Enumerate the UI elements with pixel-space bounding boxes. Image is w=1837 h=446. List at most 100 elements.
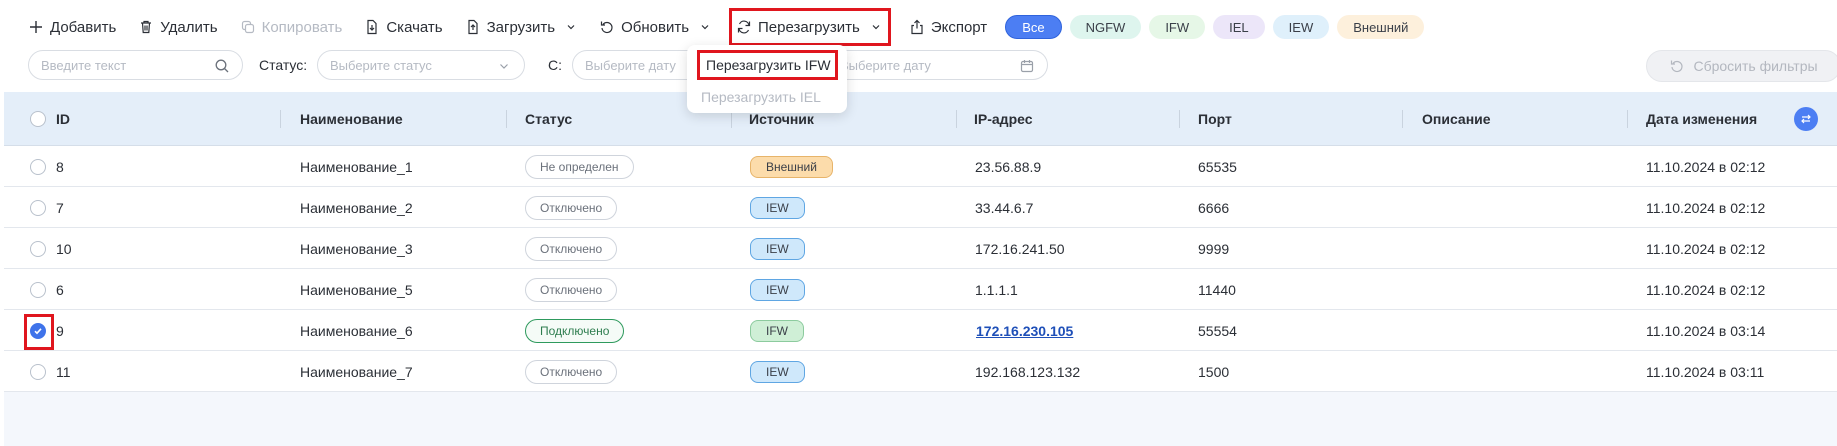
chip-all[interactable]: Все <box>1005 15 1062 39</box>
table-row[interactable]: 9 Наименование_6 Подключено IFW 172.16.2… <box>4 310 1837 351</box>
column-divider[interactable] <box>506 110 507 128</box>
checkbox-highlight-frame <box>24 314 54 350</box>
source-badge: IEW <box>750 278 805 301</box>
cell-port: 55554 <box>1198 322 1237 339</box>
source-filter-chips: Все NGFW IFW IEL IEW Внешний <box>1005 15 1425 39</box>
select-all-checkbox[interactable] <box>30 111 46 127</box>
cell-source: IEW <box>750 351 805 392</box>
column-header-id[interactable]: ID <box>56 92 70 146</box>
status-placeholder: Выберите статус <box>330 57 432 73</box>
cell-source: IFW <box>750 310 804 351</box>
cell-port: 9999 <box>1198 240 1230 257</box>
chip-iew[interactable]: IEW <box>1272 15 1330 39</box>
column-divider[interactable] <box>1402 110 1403 128</box>
table-row[interactable]: 8 Наименование_1 Не определен Внешний 23… <box>4 146 1837 187</box>
cell-ip: 23.56.88.9 <box>975 158 1042 175</box>
add-button[interactable]: Добавить <box>18 12 126 42</box>
cell-source: Внешний <box>750 146 833 187</box>
status-select[interactable]: Выберите статус <box>317 50 525 80</box>
reload-iel-menu-item[interactable]: Перезагрузить IEL <box>687 83 821 111</box>
reload-icon <box>736 19 752 35</box>
status-badge: Отключено <box>525 195 618 220</box>
trash-icon <box>138 19 154 35</box>
source-badge: IEW <box>750 237 805 260</box>
add-label: Добавить <box>50 18 117 36</box>
refresh-icon <box>599 19 615 35</box>
column-divider[interactable] <box>280 110 281 128</box>
cell-ip: 172.16.241.50 <box>975 240 1065 257</box>
reload-ifw-menu-item[interactable]: Перезагрузить IFW <box>697 50 838 80</box>
copy-button[interactable]: Копировать <box>230 12 353 42</box>
column-header-status[interactable]: Статус <box>525 92 572 146</box>
chip-ifw[interactable]: IFW <box>1149 15 1206 39</box>
date-to-input[interactable]: Выберите дату <box>828 50 1048 80</box>
upload-button[interactable]: Загрузить <box>455 12 588 42</box>
table-header: ID Наименование Статус Источник IP-адрес… <box>4 92 1837 146</box>
column-header-description[interactable]: Описание <box>1422 92 1491 146</box>
cell-modified: 11.10.2024 в 02:12 <box>1646 281 1766 298</box>
column-header-port[interactable]: Порт <box>1198 92 1232 146</box>
cell-port: 11440 <box>1198 281 1236 298</box>
reset-filters-button[interactable]: Сбросить фильтры <box>1646 50 1837 82</box>
source-badge: Внешний <box>750 155 833 178</box>
column-divider[interactable] <box>1179 110 1180 128</box>
cell-name: Наименование_6 <box>300 322 413 339</box>
row-checkbox[interactable] <box>30 282 46 298</box>
reload-dropdown-menu: Перезагрузить IFW Перезагрузить IEL <box>687 45 847 113</box>
cell-port: 65535 <box>1198 158 1237 175</box>
row-checkbox[interactable] <box>30 241 46 257</box>
sliders-icon <box>1799 112 1813 126</box>
search-placeholder: Введите текст <box>41 57 127 73</box>
cell-id: 9 <box>56 322 64 339</box>
export-button[interactable]: Экспорт <box>899 12 997 42</box>
row-checkbox[interactable] <box>30 364 46 380</box>
export-icon <box>909 19 925 35</box>
column-divider[interactable] <box>956 110 957 128</box>
delete-button[interactable]: Удалить <box>128 12 227 42</box>
cell-name: Наименование_3 <box>300 240 413 257</box>
cell-source: IEW <box>750 228 805 269</box>
cell-source: IEW <box>750 187 805 228</box>
column-divider[interactable] <box>1627 110 1628 128</box>
refresh-label: Обновить <box>621 18 690 36</box>
table-row[interactable]: 11 Наименование_7 Отключено IEW 192.168.… <box>4 351 1837 392</box>
table-row[interactable]: 6 Наименование_5 Отключено IEW 1.1.1.1 1… <box>4 269 1837 310</box>
cell-id: 7 <box>56 199 64 216</box>
column-header-name[interactable]: Наименование <box>300 92 403 146</box>
row-checkbox[interactable] <box>30 159 46 175</box>
export-label: Экспорт <box>930 18 988 36</box>
reset-icon <box>1669 58 1685 74</box>
row-checkbox[interactable] <box>30 200 46 216</box>
cell-port: 6666 <box>1198 199 1230 216</box>
reload-button[interactable]: Перезагрузить <box>729 8 891 46</box>
table-row[interactable]: 7 Наименование_2 Отключено IEW 33.44.6.7… <box>4 187 1837 228</box>
chevron-down-icon <box>565 21 577 33</box>
filter-bar: Введите текст Статус: Выберите статус С:… <box>28 50 1837 82</box>
status-badge: Отключено <box>525 277 618 302</box>
cell-id: 11 <box>56 363 71 380</box>
cell-status: Подключено <box>525 310 625 351</box>
chip-iel[interactable]: IEL <box>1213 15 1265 39</box>
refresh-button[interactable]: Обновить <box>589 12 721 42</box>
upload-label: Загрузить <box>486 18 556 36</box>
cell-modified: 11.10.2024 в 02:12 <box>1646 199 1766 216</box>
chip-external[interactable]: Внешний <box>1337 15 1425 39</box>
date-from-placeholder: Выберите дату <box>585 57 676 73</box>
cell-id: 6 <box>56 281 64 298</box>
column-header-ip[interactable]: IP-адрес <box>974 92 1033 146</box>
delete-label: Удалить <box>160 18 218 36</box>
status-badge: Не определен <box>525 154 634 179</box>
cell-id: 8 <box>56 158 64 175</box>
toolbar: Добавить Удалить Копировать Скачать Загр… <box>18 8 1425 46</box>
chip-ngfw[interactable]: NGFW <box>1069 15 1142 39</box>
download-button[interactable]: Скачать <box>354 12 452 42</box>
column-header-modified[interactable]: Дата изменения <box>1646 92 1757 146</box>
date-to-placeholder: Выберите дату <box>840 57 931 73</box>
upload-icon <box>465 19 481 35</box>
ip-link[interactable]: 172.16.230.105 <box>976 323 1073 339</box>
column-settings-button[interactable] <box>1794 107 1818 131</box>
table-row[interactable]: 10 Наименование_3 Отключено IEW 172.16.2… <box>4 228 1837 269</box>
search-input[interactable]: Введите текст <box>28 50 243 80</box>
cell-modified: 11.10.2024 в 03:14 <box>1646 322 1766 339</box>
cell-status: Отключено <box>525 269 618 310</box>
